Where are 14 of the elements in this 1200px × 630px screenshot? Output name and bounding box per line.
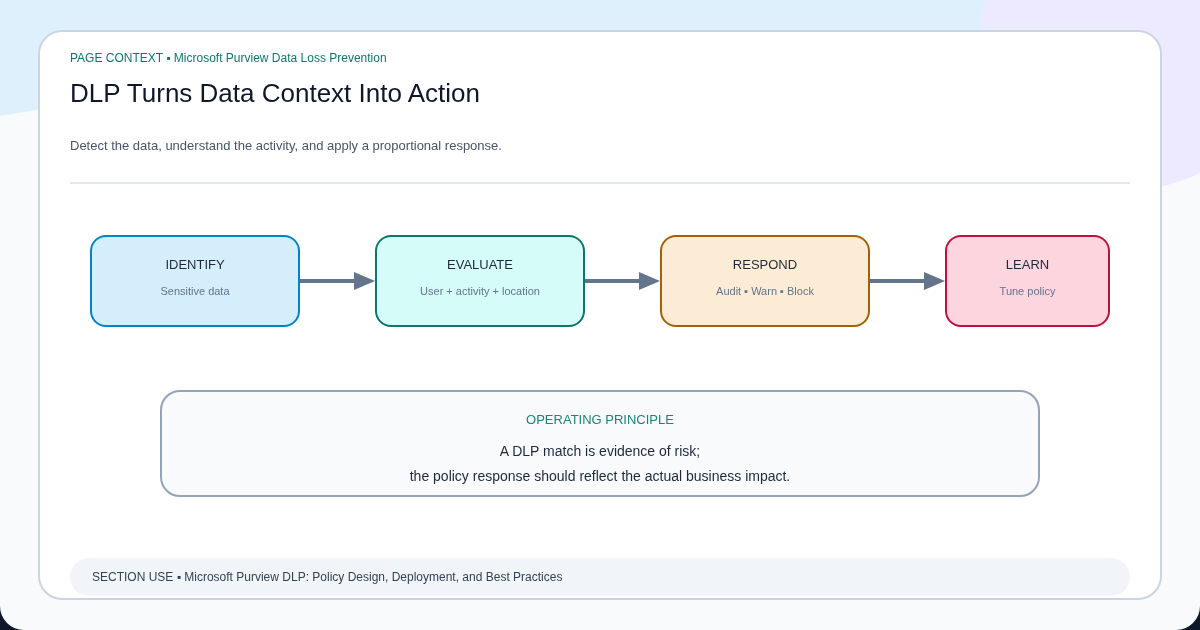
step-title: IDENTIFY xyxy=(164,256,226,274)
step-detail: User + activity + location xyxy=(419,284,541,298)
principle-text: A DLP match is evidence of risk; the policy response should reflect the actual business impact. xyxy=(408,442,792,486)
section-use-text: SECTION USE ▪ Microsoft Purview DLP: Policy Design, Deployment, and Best Practices xyxy=(92,569,563,585)
step-detail: Audit ▪ Warn ▪ Block xyxy=(715,284,815,298)
step-title: EVALUATE xyxy=(446,256,514,274)
step-detail: Tune policy xyxy=(998,284,1057,298)
step-title: RESPOND xyxy=(731,256,799,274)
principle-label: OPERATING PRINCIPLE xyxy=(525,411,675,429)
page-title: DLP Turns Data Context Into Action xyxy=(70,77,481,109)
step-detail: Sensitive data xyxy=(159,284,231,298)
page-subtitle: Detect the data, understand the activity, and apply a proportional response. xyxy=(70,137,503,155)
step-title: LEARN xyxy=(1004,256,1051,274)
page-context-label: PAGE CONTEXT ▪ Microsoft Purview Data Loss Prevention xyxy=(70,50,388,66)
